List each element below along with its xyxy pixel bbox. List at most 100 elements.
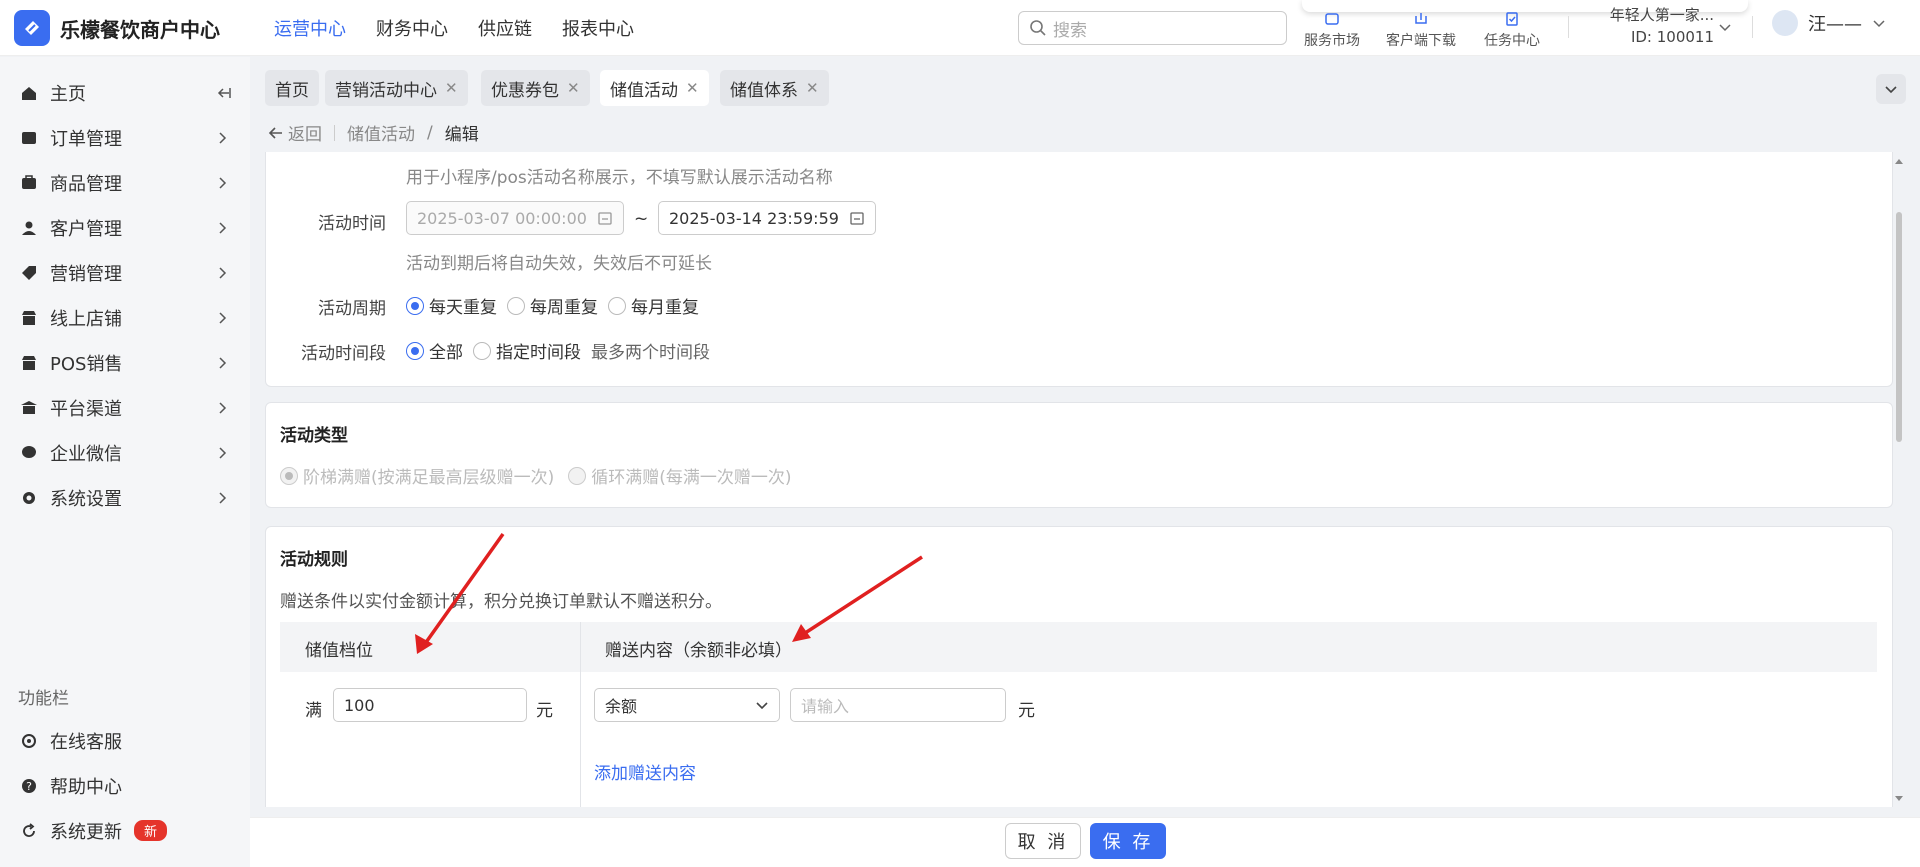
function-bar-label: 功能栏: [18, 689, 69, 709]
sidebar-item-marketing[interactable]: 营销管理: [0, 250, 250, 295]
breadcrumb-parent[interactable]: 储值活动: [347, 120, 415, 145]
tab-stored-value-activity[interactable]: 储值活动 ✕: [600, 70, 709, 106]
breadcrumb-current: 编辑: [444, 125, 479, 145]
annotation-arrow: [798, 555, 923, 639]
sidebar-item-home[interactable]: 主页: [0, 70, 250, 115]
store-id: ID: 100011: [1630, 28, 1714, 46]
divider: [1568, 16, 1569, 38]
sidebar-item-label: 企业微信: [50, 443, 122, 465]
sidebar-item-pos[interactable]: POS销售: [0, 340, 250, 385]
tool-task-center[interactable]: 任务中心: [1472, 0, 1552, 56]
order-icon: [22, 131, 36, 144]
tab-coupon-pack[interactable]: 优惠券包 ✕: [481, 70, 590, 106]
tool-label: 任务中心: [1484, 33, 1540, 49]
refresh-icon: [23, 822, 35, 837]
top-nav: 运营中心 财务中心 供应链 报表中心: [274, 0, 634, 56]
sidebar-item-orders[interactable]: 订单管理: [0, 115, 250, 160]
download-icon: [1415, 13, 1427, 24]
shop-icon: [22, 310, 36, 325]
tab-home[interactable]: 首页: [265, 70, 319, 106]
store-switcher[interactable]: 年轻人第一家... ID: 100011: [1584, 4, 1714, 48]
sidebar-item-label: 平台渠道: [50, 398, 122, 420]
tag-icon: [22, 265, 36, 280]
search-placeholder: 搜索: [1053, 20, 1087, 41]
divider: [334, 124, 335, 141]
chevron-right-icon: [219, 221, 227, 234]
chevron-down-icon: [1885, 86, 1897, 94]
tab-label: 储值体系: [730, 80, 798, 101]
new-badge: 新: [134, 820, 168, 841]
annotation-arrows: [415, 532, 923, 654]
bank-icon: [21, 400, 37, 414]
store-name: 年轻人第一家...: [1609, 6, 1714, 24]
close-icon[interactable]: ✕: [445, 79, 458, 97]
tab-label: 营销活动中心: [335, 80, 437, 101]
scroll-up-icon[interactable]: [1895, 158, 1903, 166]
sidebar-item-label: 商品管理: [50, 173, 122, 195]
close-icon[interactable]: ✕: [686, 79, 699, 97]
sidebar-item-help[interactable]: ? 帮助中心: [0, 763, 250, 808]
sidebar-item-online-store[interactable]: 线上店铺: [0, 295, 250, 340]
store-icon: [1325, 13, 1339, 25]
sidebar-item-label: 客户管理: [50, 218, 122, 240]
sidebar-item-customers[interactable]: 客户管理: [0, 205, 250, 250]
form-content: 用于小程序/pos活动名称展示，不填写默认展示活动名称 活动时间 2025-03…: [265, 152, 1893, 807]
sidebar-item-settings[interactable]: 系统设置: [0, 475, 250, 520]
topnav-supply[interactable]: 供应链: [478, 15, 532, 41]
svg-text:?: ?: [26, 780, 32, 793]
sidebar-item-label: POS销售: [50, 353, 123, 375]
tool-label: 客户端下载: [1386, 33, 1456, 49]
tab-label: 优惠券包: [491, 80, 559, 101]
tool-service-market[interactable]: 服务市场: [1292, 0, 1372, 56]
chevron-down-icon[interactable]: [1718, 20, 1732, 34]
search-input[interactable]: 搜索: [1018, 11, 1287, 45]
brand-name: 乐檬餐饮商户中心: [60, 18, 220, 42]
topnav-finance[interactable]: 财务中心: [376, 15, 448, 41]
sidebar-item-label: 营销管理: [50, 263, 122, 285]
scroll-down-icon[interactable]: [1895, 794, 1903, 802]
chevron-right-icon: [219, 401, 227, 414]
tabs-menu-button[interactable]: [1876, 74, 1906, 104]
top-bar: 乐檬餐饮商户中心 运营中心 财务中心 供应链 报表中心 搜索 服务市场 客户端下…: [0, 0, 1920, 56]
chevron-right-icon: [219, 446, 227, 459]
sidebar-item-update[interactable]: 系统更新 新: [0, 808, 250, 853]
sidebar-item-products[interactable]: 商品管理: [0, 160, 250, 205]
sidebar-item-channels[interactable]: 平台渠道: [0, 385, 250, 430]
breadcrumb-separator: /: [427, 122, 433, 143]
headset-icon: [22, 733, 36, 748]
chevron-right-icon: [219, 131, 227, 144]
save-button[interactable]: 保 存: [1090, 823, 1166, 859]
sidebar-item-support[interactable]: 在线客服: [0, 718, 250, 763]
topnav-operations[interactable]: 运营中心: [274, 15, 346, 41]
tool-client-download[interactable]: 客户端下载: [1381, 0, 1461, 56]
sidebar-item-label: 订单管理: [50, 128, 122, 150]
logo-icon[interactable]: [14, 10, 50, 46]
footer-actions: 取 消 保 存: [250, 817, 1920, 867]
user-name: 汪——: [1808, 14, 1862, 35]
chevron-right-icon: [219, 266, 227, 279]
tool-label: 服务市场: [1304, 33, 1360, 49]
scrollbar-thumb[interactable]: [1896, 212, 1902, 442]
user-menu[interactable]: 汪——: [1772, 10, 1886, 36]
content-scrollbar[interactable]: [1894, 152, 1904, 807]
close-icon[interactable]: ✕: [567, 79, 580, 97]
divider: [1752, 16, 1753, 38]
tab-label: 首页: [275, 80, 309, 101]
sidebar-item-wecom[interactable]: 企业微信: [0, 430, 250, 475]
breadcrumb: 返回 储值活动 / 编辑: [268, 120, 479, 145]
tab-marketing-center[interactable]: 营销活动中心 ✕: [325, 70, 468, 106]
tab-label: 储值活动: [610, 80, 678, 101]
topnav-reports[interactable]: 报表中心: [562, 15, 634, 41]
wechat-icon: [22, 445, 36, 458]
chevron-right-icon: [219, 356, 227, 369]
cancel-button[interactable]: 取 消: [1005, 823, 1081, 859]
close-icon[interactable]: ✕: [806, 79, 819, 97]
back-link[interactable]: 返回: [268, 120, 322, 145]
sidebar-item-label: 在线客服: [50, 731, 122, 753]
sidebar-item-label: 主页: [50, 83, 86, 105]
pos-icon: [22, 355, 36, 370]
sidebar-item-label: 线上店铺: [50, 308, 122, 330]
sidebar-item-label: 系统设置: [50, 488, 122, 510]
collapse-sidebar-icon[interactable]: [215, 84, 233, 102]
tab-stored-value-system[interactable]: 储值体系 ✕: [720, 70, 829, 106]
